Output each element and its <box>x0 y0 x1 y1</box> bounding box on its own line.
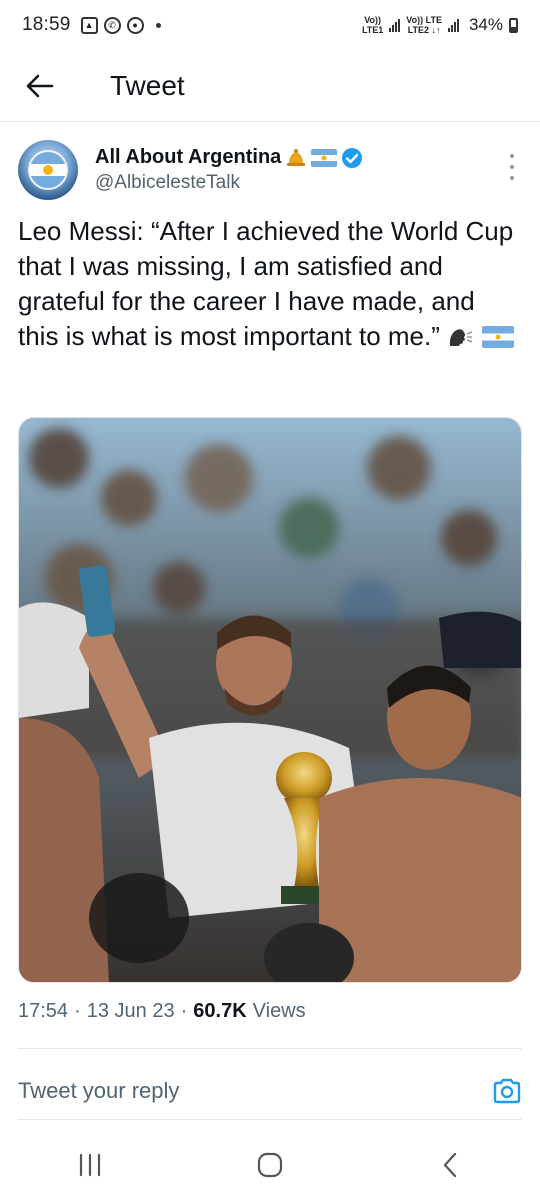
reply-composer[interactable]: Tweet your reply <box>18 1064 522 1118</box>
more-dot-icon <box>510 154 514 158</box>
whatsapp-icon: ✆ <box>103 16 121 34</box>
more-options-button[interactable] <box>502 154 522 180</box>
recent-apps-button[interactable] <box>60 1135 120 1195</box>
tweet-text: Leo Messi: “After I achieved the World C… <box>18 214 522 354</box>
author-handle[interactable]: @AlbicelesteTalk <box>95 172 363 194</box>
battery-icon <box>509 17 518 33</box>
bell-emoji-icon <box>287 148 306 166</box>
gallery-icon: ▲ <box>80 16 98 34</box>
camera-button[interactable] <box>492 1076 522 1106</box>
back-icon <box>443 1152 457 1178</box>
avatar-sun <box>43 165 53 175</box>
chrome-icon: ● <box>126 16 144 34</box>
signal-icon <box>389 18 401 32</box>
tweet-meta: 17:54 · 13 Jun 23 · 60.7K Views <box>18 1000 306 1023</box>
sim1-label-top: Vo)) <box>364 15 382 25</box>
sim2-label-top: Vo)) LTE <box>406 15 442 25</box>
author-name-row: All About Argentina <box>95 146 363 169</box>
back-button[interactable] <box>10 56 70 116</box>
author-name[interactable]: All About Argentina <box>95 146 281 169</box>
argentina-flag-icon <box>311 148 338 167</box>
page-title: Tweet <box>110 69 185 101</box>
avatar[interactable] <box>18 140 78 200</box>
more-dot-icon <box>510 176 514 180</box>
battery-percent: 34% <box>468 15 503 34</box>
system-back-button[interactable] <box>420 1135 480 1195</box>
divider <box>18 1119 522 1120</box>
sim2-indicator: Vo)) LTE LTE2 ↓↑ <box>406 15 442 35</box>
status-notification-icons: ▲ ✆ ● <box>80 16 161 34</box>
reply-input[interactable]: Tweet your reply <box>18 1078 492 1104</box>
sim2-label-bottom: LTE2 ↓↑ <box>407 25 441 35</box>
tweet-media-image[interactable] <box>18 417 522 983</box>
arrow-left-icon <box>26 74 54 97</box>
meta-separator: · <box>180 1000 188 1022</box>
home-icon <box>257 1152 283 1178</box>
sim1-indicator: Vo)) LTE1 <box>362 15 383 35</box>
status-bar: 18:59 ▲ ✆ ● Vo)) LTE1 Vo)) LTE LTE2 ↓↑ 3… <box>0 0 540 50</box>
system-nav-bar <box>0 1130 540 1200</box>
meta-separator: · <box>74 1000 81 1022</box>
dot-icon <box>155 22 161 28</box>
status-right-icons: Vo)) LTE1 Vo)) LTE LTE2 ↓↑ 34% <box>362 15 518 35</box>
speaking-head-emoji-icon <box>449 329 473 346</box>
argentina-flag-icon <box>482 326 515 348</box>
tweet-author: All About Argentina @AlbicelesteTalk <box>18 140 522 200</box>
top-app-bar: Tweet <box>0 50 540 122</box>
author-text: All About Argentina @AlbicelesteTalk <box>95 146 363 194</box>
recent-apps-icon <box>79 1153 101 1177</box>
sim1-label-bottom: LTE1 <box>361 25 384 35</box>
tweet-date: 13 Jun 23 <box>86 1000 175 1022</box>
camera-icon <box>493 1078 521 1104</box>
more-dot-icon <box>510 165 514 169</box>
tweet-time: 17:54 <box>18 1000 69 1022</box>
signal-icon <box>447 18 459 32</box>
verified-badge-icon <box>342 147 363 168</box>
media-photo <box>19 418 521 982</box>
views-count[interactable]: 60.7K <box>193 1000 246 1023</box>
status-time: 18:59 <box>22 14 71 35</box>
divider <box>18 1048 522 1049</box>
home-button[interactable] <box>240 1135 300 1195</box>
views-label: Views <box>252 1000 306 1022</box>
tweet-body: Leo Messi: “After I achieved the World C… <box>18 216 514 351</box>
